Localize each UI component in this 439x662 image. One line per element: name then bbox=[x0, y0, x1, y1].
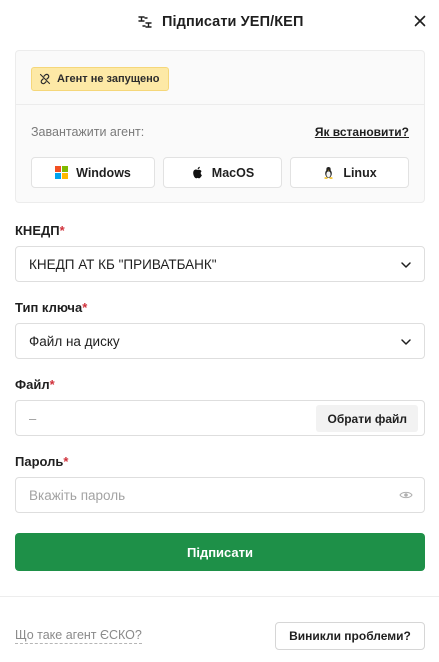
download-agent-label: Завантажити агент: bbox=[31, 125, 145, 139]
macos-label: MacOS bbox=[211, 165, 255, 180]
download-windows-button[interactable]: Windows bbox=[31, 157, 155, 188]
file-label-text: Файл bbox=[15, 377, 50, 392]
password-label-text: Пароль bbox=[15, 454, 64, 469]
key-type-select-value: Файл на диску bbox=[29, 334, 120, 349]
password-input[interactable] bbox=[16, 478, 386, 512]
required-mark: * bbox=[59, 223, 65, 238]
kned-label: КНЕДП* bbox=[15, 223, 65, 238]
sign-button[interactable]: Підписати bbox=[15, 533, 425, 571]
close-icon[interactable] bbox=[412, 13, 428, 29]
password-label: Пароль* bbox=[15, 454, 68, 469]
choose-file-button[interactable]: Обрати файл bbox=[316, 405, 418, 432]
chevron-down-icon bbox=[401, 339, 411, 345]
kned-label-text: КНЕДП bbox=[15, 223, 60, 238]
agent-status-text: Агент не запущено bbox=[57, 73, 160, 85]
apple-icon bbox=[192, 166, 202, 179]
problems-button[interactable]: Виникли проблеми? bbox=[275, 622, 425, 650]
eye-icon[interactable] bbox=[399, 490, 413, 500]
footer-divider bbox=[0, 596, 439, 597]
dialog-header: Підписати УЕП/КЕП bbox=[0, 0, 439, 44]
required-mark: * bbox=[49, 377, 55, 392]
key-type-label: Тип ключа* bbox=[15, 300, 87, 315]
link-icon bbox=[39, 73, 51, 85]
chevron-down-icon bbox=[401, 262, 411, 268]
password-field bbox=[15, 477, 425, 513]
what-is-agent-link[interactable]: Що таке агент ЄСКО? bbox=[15, 628, 142, 644]
kned-select-value: КНЕДП АТ КБ "ПРИВАТБАНК" bbox=[29, 257, 217, 272]
key-type-label-text: Тип ключа bbox=[15, 300, 83, 315]
key-type-select[interactable]: Файл на диску bbox=[15, 323, 425, 359]
file-name-value: – bbox=[29, 411, 37, 426]
linux-label: Linux bbox=[343, 165, 377, 180]
sign-key-icon bbox=[138, 16, 152, 28]
agent-status-badge: Агент не запущено bbox=[31, 67, 169, 91]
dialog-title-group: Підписати УЕП/КЕП bbox=[137, 11, 303, 33]
agent-panel: Агент не запущено Завантажити агент: Як … bbox=[15, 50, 425, 203]
windows-label: Windows bbox=[76, 165, 131, 180]
dialog-title: Підписати УЕП/КЕП bbox=[162, 14, 304, 30]
required-mark: * bbox=[63, 454, 69, 469]
linux-icon bbox=[324, 167, 334, 179]
file-label: Файл* bbox=[15, 377, 55, 392]
agent-status-row: Агент не запущено bbox=[16, 51, 424, 105]
download-macos-button[interactable]: MacOS bbox=[163, 157, 282, 188]
how-to-install-link[interactable]: Як встановити? bbox=[315, 125, 409, 139]
windows-icon bbox=[55, 166, 69, 179]
download-linux-button[interactable]: Linux bbox=[290, 157, 409, 188]
file-field: – Обрати файл bbox=[15, 400, 425, 436]
kned-select[interactable]: КНЕДП АТ КБ "ПРИВАТБАНК" bbox=[15, 246, 425, 282]
required-mark: * bbox=[82, 300, 88, 315]
